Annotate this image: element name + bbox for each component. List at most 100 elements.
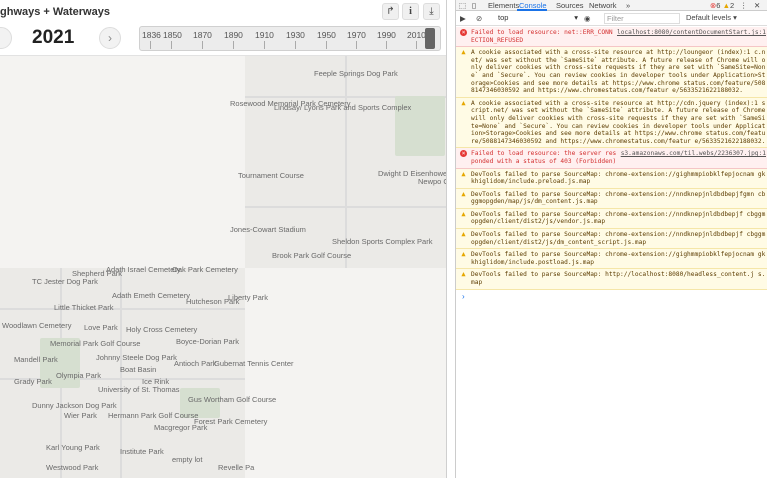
map-label: Westwood Park [46, 463, 99, 472]
message-text: Failed to load resource: net::ERR_CONNEC… [471, 29, 613, 44]
devtools-panel: ⬚ ▯ Elements Console Sources Network » ⊗… [455, 0, 767, 478]
previous-year-button[interactable] [0, 27, 12, 49]
inspect-icon[interactable]: ⬚ [459, 1, 466, 10]
timeline-tick: 1870 [193, 30, 212, 40]
message-text: DevTools failed to parse SourceMap: http… [471, 271, 766, 287]
timeline-tick: 1970 [347, 30, 366, 40]
warning-icon: ▲ [461, 169, 466, 178]
info-icon[interactable]: i [402, 3, 419, 20]
sidebar-toggle-icon[interactable]: ▶ [460, 14, 466, 23]
share-icon[interactable]: ↱ [382, 3, 399, 20]
console-warning-message[interactable]: ▲ A cookie associated with a cross-site r… [456, 47, 767, 98]
map-label: Boat Basin [120, 365, 157, 374]
warning-icon: ▲ [461, 48, 466, 57]
console-prompt[interactable]: › [456, 290, 767, 301]
map-label: Hermann Park Golf Course [108, 411, 199, 420]
map-label: Jones-Cowart Stadium [230, 225, 306, 234]
timeline-tick: 1836 [142, 30, 161, 40]
timeline-handle[interactable] [425, 28, 435, 49]
tab-elements[interactable]: Elements [488, 1, 519, 10]
message-text: DevTools failed to parse SourceMap: chro… [471, 231, 766, 246]
map-label: Sheldon Sports Complex Park [332, 237, 433, 246]
timeline-tick: 1850 [163, 30, 182, 40]
clear-console-icon[interactable]: ⊘ [476, 14, 482, 23]
map-label: Adath Israel Cemetery [106, 265, 181, 274]
timeline-tick: 1950 [317, 30, 336, 40]
map-label: Memorial Park Golf Course [50, 339, 141, 348]
devtools-tabbar: ⬚ ▯ Elements Console Sources Network » ⊗… [456, 0, 767, 11]
more-tabs-button[interactable]: » [626, 1, 630, 10]
context-select[interactable]: top ▾ [498, 13, 578, 24]
console-warning-message[interactable]: ▲ DevTools failed to parse SourceMap: chr… [456, 249, 767, 270]
map-label: Forest Park Cemetery [194, 417, 268, 426]
map-label: TC Jester Dog Park [32, 277, 98, 286]
error-icon: × [460, 29, 467, 36]
message-text: DevTools failed to parse SourceMap: chro… [471, 190, 766, 206]
warning-count: 2 [730, 1, 735, 10]
console-error-message[interactable]: × localhost:8080/contentDocumentStart.js:… [456, 27, 767, 48]
map-label: Holy Cross Cemetery [126, 325, 198, 334]
error-warning-count[interactable]: ⊗6 ▲2 [710, 1, 734, 10]
console-warning-message[interactable]: ▲ A cookie associated with a cross-site r… [456, 97, 767, 149]
map-label: Gus Wortham Golf Course [188, 395, 277, 404]
console-warning-message[interactable]: ▲ DevTools failed to parse SourceMap: chr… [456, 208, 767, 230]
tab-network[interactable]: Network [589, 1, 617, 10]
warning-icon: ▲ [461, 98, 466, 107]
download-icon[interactable]: ⤓ [423, 3, 440, 20]
timeline-tick: 1890 [224, 30, 243, 40]
map-label: Love Park [84, 323, 118, 332]
message-text: DevTools failed to parse SourceMap: chro… [471, 210, 766, 226]
message-text: A cookie associated with a cross-site re… [471, 49, 766, 95]
map-label: Institute Park [120, 447, 164, 456]
message-source-link[interactable]: s3.amazonaws.com/til.webs/2236307.jpg:1 [621, 150, 766, 158]
console-toolbar: ▶ ⊘ top ▾ ◉ Filter Default levels ▾ [456, 11, 767, 26]
map-label: Brook Park Golf Course [272, 251, 352, 260]
message-text: Failed to load resource: the server resp… [471, 150, 617, 165]
levels-select[interactable]: Default levels ▾ [686, 13, 756, 24]
map-label: Mandell Park [14, 355, 58, 364]
map-label: Lindsay/ Lyons Park and Sports Complex [274, 103, 412, 112]
map-label: Wier Park [64, 411, 97, 420]
message-text: DevTools failed to parse SourceMap: chro… [471, 170, 766, 186]
timeline-slider[interactable]: 1836 1850 1870 1890 1910 1930 1950 1970 … [139, 26, 441, 51]
error-icon: × [460, 150, 467, 158]
map-label: Antioch Park [174, 359, 217, 368]
eye-icon[interactable]: ◉ [584, 14, 591, 23]
message-text: DevTools failed to parse SourceMap: chro… [471, 251, 766, 266]
map-label: Oak Park Cemetery [172, 265, 238, 274]
timeline-tick: 1990 [377, 30, 396, 40]
app-title: ghways + Waterways [0, 6, 110, 18]
map-label: Gubernat Tennis Center [214, 359, 294, 368]
close-icon[interactable]: ✕ [754, 1, 760, 10]
timeline-tick: 1930 [286, 30, 305, 40]
settings-icon[interactable]: ⋮ [740, 1, 748, 10]
console-warning-message[interactable]: ▲ DevTools failed to parse SourceMap: htt… [456, 269, 767, 290]
map-label: Woodlawn Cemetery [2, 321, 72, 330]
map-label: Adath Emeth Cemetery [112, 291, 190, 300]
console-warning-message[interactable]: ▲ DevTools failed to parse SourceMap: chr… [456, 168, 767, 189]
next-year-button[interactable]: › [99, 27, 121, 49]
app-header: ghways + Waterways ↱ i ⤓ [0, 0, 446, 22]
map-label: Karl Young Park [46, 443, 100, 452]
map-label: Liberty Park [228, 293, 269, 302]
console-error-message[interactable]: × s3.amazonaws.com/til.webs/2236307.jpg:1… [456, 148, 767, 169]
console-log[interactable]: × localhost:8080/contentDocumentStart.js:… [456, 27, 767, 478]
map-label: Boyce-Dorian Park [176, 337, 239, 346]
tab-sources[interactable]: Sources [556, 1, 584, 10]
current-year: 2021 [32, 27, 75, 48]
map-label: Grady Park [14, 377, 52, 386]
error-count: 6 [716, 1, 721, 10]
warning-icon: ▲ [461, 189, 466, 198]
device-toggle-icon[interactable]: ▯ [472, 1, 476, 10]
map-view[interactable]: Rosewood Memorial Park Cemetery Lindsay/… [0, 56, 446, 478]
message-source-link[interactable]: localhost:8080/contentDocumentStart.js:1 [617, 29, 766, 37]
warning-icon: ▲ [461, 270, 466, 279]
warning-icon: ▲ [461, 230, 466, 239]
map-label: Dunny Jackson Dog Park [32, 401, 117, 410]
timeline-tick: 1910 [255, 30, 274, 40]
console-warning-message[interactable]: ▲ DevTools failed to parse SourceMap: chr… [456, 229, 767, 250]
filter-input[interactable]: Filter [604, 13, 680, 24]
console-warning-message[interactable]: ▲ DevTools failed to parse SourceMap: chr… [456, 188, 767, 209]
map-label: Olympia Park [56, 371, 102, 380]
message-text: A cookie associated with a cross-site re… [471, 99, 766, 145]
